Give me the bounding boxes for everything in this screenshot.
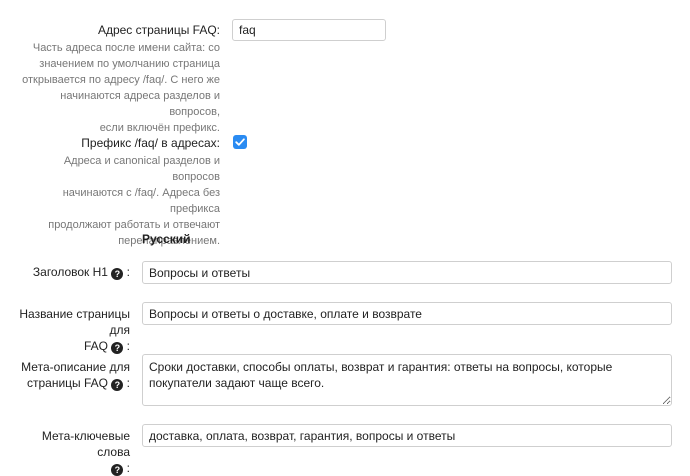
meta-description-label: Мета-описание для <box>21 360 130 374</box>
faq-url-help: Часть адреса после имени сайта: со значе… <box>20 40 220 136</box>
meta-keywords-input[interactable] <box>142 424 672 447</box>
page-title-label-wrap: Название страницы для FAQ ? : <box>10 306 130 354</box>
meta-description-label-line2: страницы FAQ ? : <box>26 376 130 391</box>
faq-url-input[interactable] <box>232 19 386 41</box>
h1-input[interactable] <box>142 261 672 284</box>
faq-url-label: Адрес страницы FAQ: <box>97 23 220 37</box>
page-title-label: Название страницы для <box>19 307 130 337</box>
help-icon[interactable]: ? <box>111 268 124 280</box>
checkmark-icon <box>235 138 245 146</box>
meta-keywords-label-wrap: Мета-ключевые слова ? : <box>10 428 130 476</box>
meta-keywords-label: Мета-ключевые слова <box>41 429 130 459</box>
page-title-input[interactable] <box>142 302 672 325</box>
prefix-help-line: Адреса и canonical разделов и вопросов <box>63 155 220 183</box>
faq-url-help-line: открывается по адресу /faq/. С него же <box>22 74 220 86</box>
meta-description-label-wrap: Мета-описание для страницы FAQ ? : <box>10 359 130 391</box>
page-title-label-line2: FAQ ? : <box>83 339 130 354</box>
faq-url-help-line: значением по умолчанию страница <box>39 58 220 70</box>
meta-description-textarea[interactable]: Сроки доставки, способы оплаты, возврат … <box>142 354 672 406</box>
section-title: Русский <box>142 232 191 246</box>
faq-url-help-line: если включён префикс. <box>99 122 220 134</box>
meta-description-label-text: страницы FAQ <box>26 376 108 390</box>
prefix-label: Префикс /faq/ в адресах: <box>81 136 220 150</box>
faq-url-help-line: начинаются адреса разделов и вопросов, <box>60 90 220 118</box>
help-icon[interactable]: ? <box>111 342 124 354</box>
prefix-help-line: начинаются с /faq/. Адреса без префикса <box>62 187 220 215</box>
faq-url-help-line: Часть адреса после имени сайта: со <box>32 42 220 54</box>
h1-label-wrap: Заголовок H1 ? : <box>32 265 130 280</box>
help-icon[interactable]: ? <box>111 379 124 391</box>
h1-label: Заголовок H1 <box>32 265 108 279</box>
help-icon[interactable]: ? <box>111 464 124 476</box>
page-title-label-text: FAQ <box>83 339 108 353</box>
meta-keywords-label-line2: ? : <box>10 460 130 476</box>
prefix-checkbox[interactable] <box>233 135 247 149</box>
prefix-help-line: продолжают работать и отвечают <box>48 219 220 231</box>
